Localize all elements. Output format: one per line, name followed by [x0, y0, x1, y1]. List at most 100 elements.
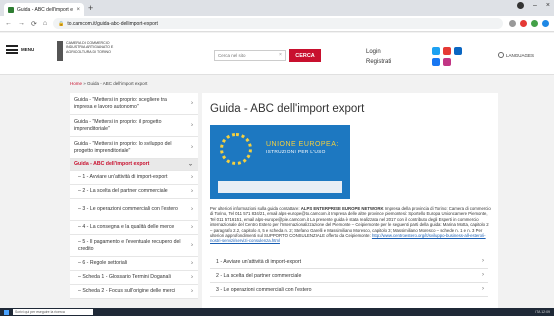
chevron-right-icon: ›: [191, 242, 193, 248]
close-tab-icon[interactable]: ×: [76, 7, 80, 13]
eu-stars-icon: [220, 133, 252, 165]
tab-title: Guida - ABC dell'import export: [17, 6, 73, 13]
browser-tab[interactable]: Guida - ABC dell'import export ×: [4, 3, 84, 16]
favicon-icon: [8, 6, 14, 13]
chevron-right-icon: ›: [482, 286, 484, 292]
sidebar-item[interactable]: Guida - "Mettersi in proprio: lo svilupp…: [70, 137, 198, 159]
register-link[interactable]: Registrati: [366, 59, 391, 65]
chevron-right-icon: ›: [191, 274, 193, 280]
back-button[interactable]: ←: [5, 20, 12, 27]
sidebar-subitem-label: – Scheda 2 - Focus sull'origine delle me…: [78, 288, 176, 294]
chevron-right-icon: ›: [191, 260, 193, 266]
chapter-link[interactable]: 1 - Avviare un'attività di import-export…: [210, 255, 488, 269]
taskbar-search[interactable]: Scrivi qui per eseguire la ricerca: [13, 309, 93, 315]
sidebar-subitem-label: – Scheda 1 - Glossario Termini Doganali: [78, 274, 171, 280]
desc-bold: ALPS ENTERPRISE EUROPE NETWORK: [300, 206, 384, 211]
minimize-button[interactable]: –: [533, 2, 537, 9]
site-header: MENU CAMERA DI COMMERCIO INDUSTRIA ARTIG…: [0, 33, 554, 75]
sidebar-subitem[interactable]: – 2 - La scelta del partner commerciale …: [70, 185, 198, 199]
url-field[interactable]: 🔒 to.camcom.it/guida-abc-dellimport-expo…: [53, 18, 503, 29]
address-bar-row: ← → ⟳ ⌂ 🔒 to.camcom.it/guida-abc-dellimp…: [0, 16, 554, 32]
chevron-right-icon: ›: [191, 122, 193, 128]
menu-button[interactable]: MENU: [6, 45, 34, 54]
social-links: [432, 47, 462, 66]
description-text: Per ulteriori informazioni sulla guida c…: [210, 206, 492, 244]
browser-tab-bar: Guida - ABC dell'import export × + – ×: [0, 0, 554, 16]
linkedin-icon[interactable]: [454, 47, 462, 55]
sidebar-item-label: Guida - ABC dell'import export: [74, 161, 150, 167]
sidebar-subitem[interactable]: – 1 - Avviare un'attività di import-expo…: [70, 171, 198, 185]
lock-icon: 🔒: [58, 20, 65, 27]
chevron-right-icon: ›: [191, 224, 193, 230]
os-taskbar: Scrivi qui per eseguire la ricerca ITA 1…: [0, 308, 554, 316]
reload-button[interactable]: ⟳: [31, 20, 37, 28]
instagram-icon[interactable]: [443, 58, 451, 66]
windows-start-icon[interactable]: [4, 309, 9, 315]
twitter-icon[interactable]: [432, 47, 440, 55]
sidebar-subitem[interactable]: – Scheda 2 - Focus sull'origine delle me…: [70, 285, 198, 299]
sidebar-subitem-label: – 6 - Regole settoriali: [78, 260, 128, 266]
sidebar-subitem[interactable]: – 4 - La consegna e la qualità delle mer…: [70, 221, 198, 235]
chapter-link[interactable]: 3 - Le operazioni commerciali con l'este…: [210, 283, 488, 297]
sidebar-subitem[interactable]: – 5 - Il pagamento e l'eventuale recuper…: [70, 235, 198, 257]
chevron-right-icon: ›: [482, 272, 484, 278]
sidebar-item-active[interactable]: Guida - ABC dell'import export ⌄: [70, 159, 198, 171]
chapter-link-label: 1 - Avviare un'attività di import-export: [216, 259, 302, 265]
sidebar-subitem-label: – 3 - Le operazioni commerciali con l'es…: [78, 206, 178, 212]
search-clear-icon[interactable]: ×: [279, 52, 282, 58]
hamburger-icon: [6, 45, 18, 54]
chapter-link-label: 3 - Le operazioni commerciali con l'este…: [216, 287, 312, 293]
url-text: to.camcom.it/guida-abc-dellimport-export: [67, 20, 158, 27]
chapter-link[interactable]: 2 - La scelta del partner commerciale ›: [210, 269, 488, 283]
new-tab-button[interactable]: +: [88, 3, 93, 13]
sidebar-subitem-label: – 1 - Avviare un'attività di import-expo…: [78, 174, 168, 180]
logo-text: CAMERA DI COMMERCIO INDUSTRIA ARTIGIANAT…: [66, 41, 114, 54]
menu-label: MENU: [21, 47, 35, 52]
breadcrumb-current: Guida - ABC dell'import export: [87, 81, 148, 86]
chapter-links: 1 - Avviare un'attività di import-export…: [210, 255, 488, 297]
chevron-right-icon: ›: [191, 100, 193, 106]
close-window-button[interactable]: ×: [546, 2, 550, 9]
sidebar-item[interactable]: Guida - "Mettersi in proprio: il progett…: [70, 115, 198, 137]
chevron-right-icon: ›: [482, 258, 484, 264]
login-link[interactable]: Login: [366, 49, 381, 55]
sidebar-item-label: Guida - "Mettersi in proprio: il progett…: [74, 118, 162, 132]
breadcrumb-home[interactable]: Home: [70, 81, 82, 86]
sidebar-subitem[interactable]: – 6 - Regole settoriali ›: [70, 257, 198, 271]
facebook-icon[interactable]: [432, 58, 440, 66]
languages-label: LANGUAGES: [506, 52, 535, 58]
globe-icon: [498, 52, 504, 58]
forward-button[interactable]: →: [18, 20, 25, 27]
chapter-link-label: 2 - La scelta del partner commerciale: [216, 273, 302, 279]
sidebar-subitem-label: – 5 - Il pagamento e l'eventuale recuper…: [78, 238, 181, 252]
extensions-area: [509, 20, 549, 27]
extension-icon[interactable]: [542, 20, 549, 27]
hero-title: UNIONE EUROPEA:: [266, 141, 339, 148]
profile-icon[interactable]: [517, 2, 524, 9]
search-input[interactable]: [214, 50, 286, 61]
hero-subtitle: ISTRUZIONI PER L'USO: [266, 150, 326, 155]
chevron-right-icon: ›: [191, 288, 193, 294]
sidebar-item-label: Guida - "Mettersi in proprio: lo svilupp…: [74, 140, 172, 154]
main-content: Guida - ABC dell'import export UNIONE EU…: [202, 93, 498, 316]
extension-icon[interactable]: [520, 20, 527, 27]
hero-strip: [218, 181, 342, 193]
star-icon[interactable]: [509, 20, 516, 27]
sidebar-subitem-label: – 4 - La consegna e la qualità delle mer…: [78, 224, 175, 230]
page-title: Guida - ABC dell'import export: [210, 103, 365, 115]
search-button[interactable]: CERCA: [289, 49, 321, 62]
sidebar-nav: Guida - "Mettersi in proprio: scegliere …: [70, 93, 198, 299]
chevron-right-icon: ›: [191, 144, 193, 150]
home-button[interactable]: ⌂: [43, 20, 47, 27]
sidebar-item-label: Guida - "Mettersi in proprio: scegliere …: [74, 96, 167, 110]
hero-image: UNIONE EUROPEA: ISTRUZIONI PER L'USO: [210, 125, 350, 199]
youtube-icon[interactable]: [443, 47, 451, 55]
extension-icon[interactable]: [531, 20, 538, 27]
desc-prefix: Per ulteriori informazioni sulla guida c…: [210, 206, 301, 211]
sidebar-subitem[interactable]: – 3 - Le operazioni commerciali con l'es…: [70, 199, 198, 221]
site-logo[interactable]: CAMERA DI COMMERCIO INDUSTRIA ARTIGIANAT…: [57, 41, 126, 61]
sidebar-item[interactable]: Guida - "Mettersi in proprio: scegliere …: [70, 93, 198, 115]
system-tray: ITA 12:09: [535, 310, 550, 314]
languages-menu[interactable]: LANGUAGES: [498, 52, 534, 58]
sidebar-subitem[interactable]: – Scheda 1 - Glossario Termini Doganali …: [70, 271, 198, 285]
